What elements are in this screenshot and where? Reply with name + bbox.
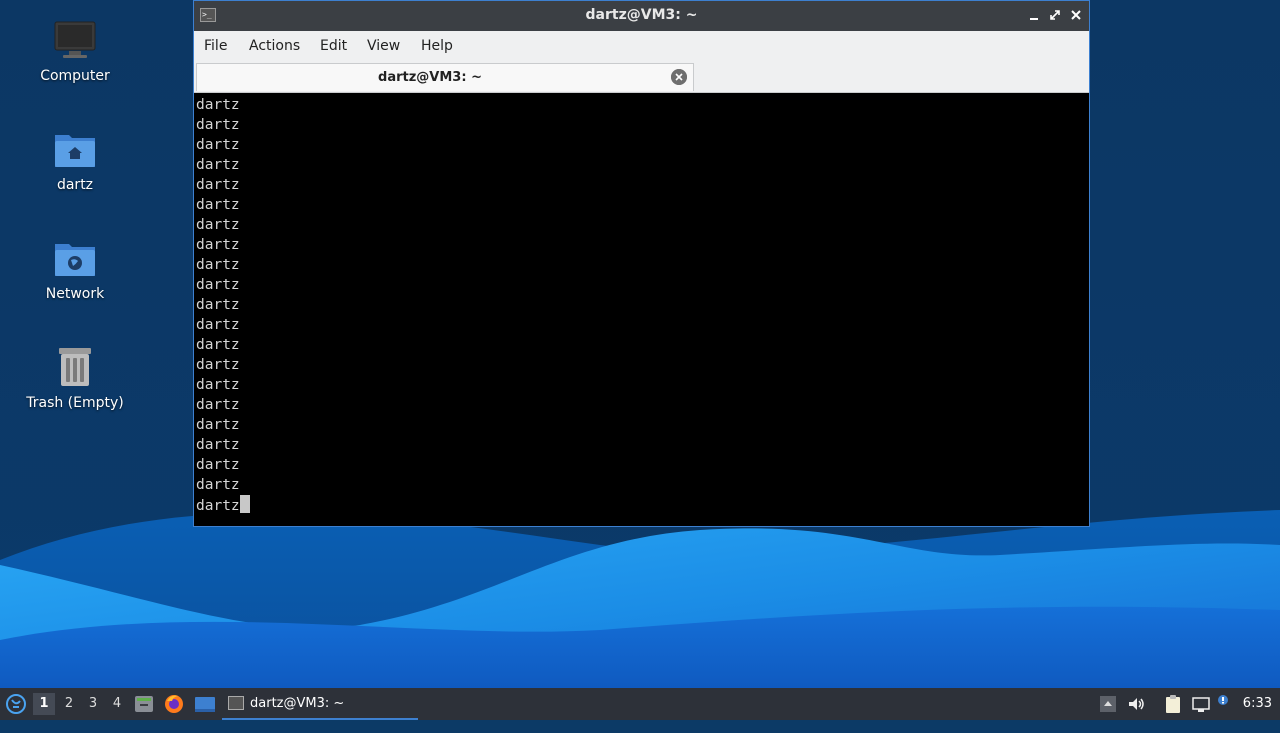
- maximize-button[interactable]: [1046, 6, 1064, 24]
- terminal-line: dartz: [196, 237, 240, 253]
- taskbar: 1 2 3 4 dartz@VM3: ~ 6:33: [0, 688, 1280, 720]
- terminal-line: dartz: [196, 457, 240, 473]
- menu-file[interactable]: File: [204, 38, 227, 54]
- terminal-line: dartz: [196, 257, 240, 273]
- terminal-task-icon: [228, 696, 244, 710]
- minimize-button[interactable]: [1025, 6, 1043, 24]
- volume-icon: [1129, 698, 1144, 710]
- desktop-icon-label: dartz: [56, 177, 94, 193]
- close-button[interactable]: [1067, 6, 1085, 24]
- menu-actions[interactable]: Actions: [249, 38, 300, 54]
- terminal-line: dartz: [196, 317, 240, 333]
- text-cursor: [239, 495, 250, 513]
- menu-bar: File Actions Edit View Help: [194, 31, 1089, 61]
- desktop-icon-label: Computer: [40, 68, 110, 84]
- desktop-icon-home[interactable]: dartz: [20, 127, 130, 193]
- terminal-line: dartz: [196, 217, 240, 233]
- maximize-icon: [1050, 10, 1060, 20]
- clipboard-icon: [1166, 695, 1180, 713]
- terminal-window[interactable]: >_ dartz@VM3: ~ File Actions Edit View H…: [193, 0, 1090, 527]
- file-manager-icon: [135, 696, 153, 712]
- file-manager-launcher[interactable]: [134, 688, 154, 720]
- terminal-line: dartz: [196, 157, 240, 173]
- lubuntu-logo-icon: [6, 694, 26, 714]
- up-arrow-icon: [1100, 696, 1116, 712]
- tab-close-button[interactable]: [671, 69, 687, 85]
- tab-bar: dartz@VM3: ~: [194, 61, 1089, 93]
- prompt-text: dartz: [196, 498, 240, 514]
- workspace-3[interactable]: 3: [82, 693, 104, 715]
- window-titlebar[interactable]: >_ dartz@VM3: ~: [194, 1, 1089, 31]
- terminal-line: dartz: [196, 137, 240, 153]
- firefox-launcher[interactable]: [163, 688, 185, 720]
- network-folder-icon: [53, 236, 97, 280]
- firefox-icon: [165, 695, 183, 713]
- volume-button[interactable]: [1126, 694, 1146, 714]
- desktop-icon: [195, 697, 215, 712]
- workspace-4[interactable]: 4: [106, 693, 128, 715]
- clipboard-button[interactable]: [1163, 694, 1183, 714]
- home-folder-icon: [53, 127, 97, 171]
- terminal-line: dartz: [196, 397, 240, 413]
- update-info-icon: [1218, 695, 1228, 705]
- desktop-icon-network[interactable]: Network: [20, 236, 130, 302]
- menu-view[interactable]: View: [367, 38, 400, 54]
- terminal-output[interactable]: dartz dartz dartz dartz dartz dartz dartz dartz…: [194, 93, 1089, 526]
- prompt-line: dartz: [196, 495, 1089, 516]
- terminal-line: dartz: [196, 117, 240, 133]
- trash-icon: [53, 345, 97, 389]
- terminal-line: dartz: [196, 97, 240, 113]
- workspace-1[interactable]: 1: [33, 693, 55, 715]
- terminal-line: dartz: [196, 377, 240, 393]
- menu-help[interactable]: Help: [421, 38, 453, 54]
- tab-title: dartz@VM3: ~: [378, 70, 482, 85]
- taskbar-clock[interactable]: 6:33: [1243, 688, 1272, 720]
- network-tray-button[interactable]: [1191, 694, 1211, 714]
- close-icon: [1071, 10, 1081, 20]
- terminal-line: dartz: [196, 297, 240, 313]
- workspace-2[interactable]: 2: [58, 693, 80, 715]
- task-label: dartz@VM3: ~: [250, 696, 345, 711]
- output-lines: dartz dartz dartz dartz dartz dartz dartz dartz…: [196, 95, 1089, 495]
- tray-up-arrow-button[interactable]: [1098, 694, 1118, 714]
- terminal-line: dartz: [196, 477, 240, 493]
- desktop-icon-label: Network: [45, 286, 105, 302]
- update-notifier-button[interactable]: [1215, 694, 1231, 714]
- monitor-icon: [53, 18, 97, 62]
- terminal-line: dartz: [196, 437, 240, 453]
- desktop-icon-label: Trash (Empty): [26, 395, 124, 411]
- minimize-icon: [1030, 18, 1038, 20]
- tab-terminal[interactable]: dartz@VM3: ~: [196, 63, 694, 91]
- taskbar-task-terminal[interactable]: dartz@VM3: ~: [222, 688, 418, 720]
- terminal-line: dartz: [196, 197, 240, 213]
- terminal-lines: dartz dartz dartz dartz dartz dartz dartz dartz…: [196, 95, 1089, 516]
- show-desktop-button[interactable]: [193, 688, 217, 720]
- terminal-line: dartz: [196, 177, 240, 193]
- terminal-line: dartz: [196, 417, 240, 433]
- window-title: dartz@VM3: ~: [585, 7, 698, 23]
- terminal-line: dartz: [196, 337, 240, 353]
- start-menu-button[interactable]: [4, 688, 28, 720]
- terminal-line: dartz: [196, 357, 240, 373]
- network-icon: [1192, 697, 1210, 712]
- terminal-line: dartz: [196, 277, 240, 293]
- close-icon: [671, 69, 687, 85]
- menu-edit[interactable]: Edit: [320, 38, 347, 54]
- desktop-icon-trash[interactable]: Trash (Empty): [20, 345, 130, 411]
- desktop-icon-computer[interactable]: Computer: [20, 18, 130, 84]
